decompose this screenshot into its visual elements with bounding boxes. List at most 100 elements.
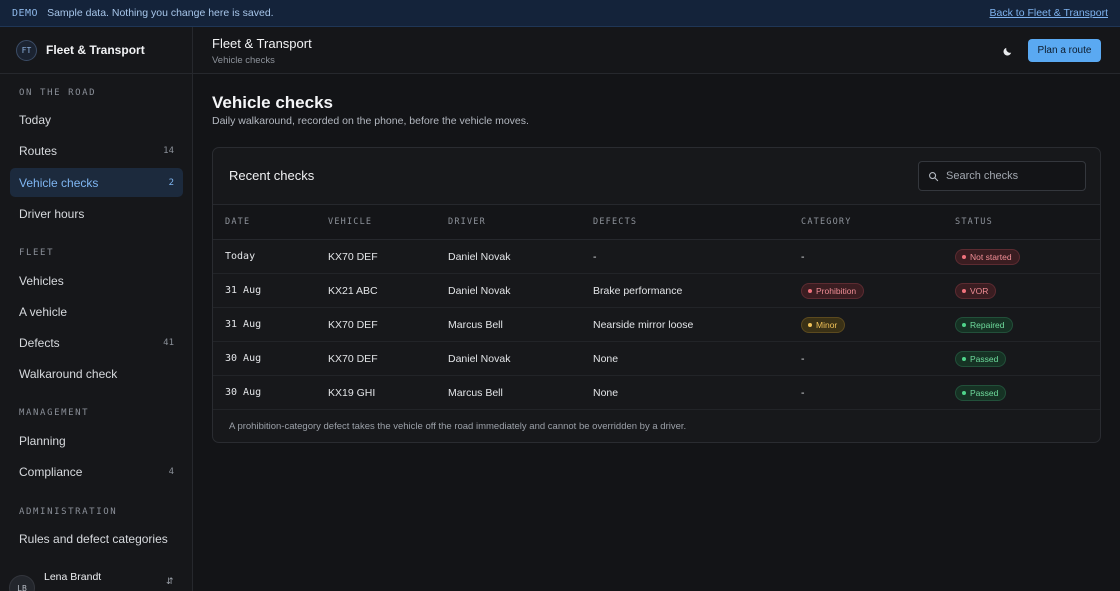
cell-date: Today [225,251,256,262]
cell-date: 30 Aug [225,387,262,398]
sidebar-item-count: 2 [168,177,174,188]
cell-defects: None [593,352,619,365]
sidebar-item-count: 4 [168,466,174,477]
table-row[interactable]: 31 Aug KX70 DEF Marcus Bell Nearside mirror… [213,307,1100,342]
column-header-date[interactable]: DATE [213,204,316,240]
search-icon [929,171,939,181]
cell-vehicle: KX70 DEF [328,352,378,365]
column-header-vehicle[interactable]: VEHICLE [316,204,436,240]
sidebar-item-routes[interactable]: Routes 14 [10,136,183,165]
cell-vehicle: KX70 DEF [328,250,378,263]
theme-toggle-button[interactable] [997,41,1017,61]
cell-category: Minor [789,308,943,342]
status-label: Passed [970,387,999,398]
brand[interactable]: FT Fleet & Transport [0,27,192,74]
status-dot-icon [962,288,966,293]
plan-route-button[interactable]: Plan a route [1028,39,1101,62]
sidebar-item-label: Routes [19,143,58,158]
cell-defects: - [593,250,597,263]
status-dot-icon [808,322,812,327]
avatar: LB [9,575,35,591]
search-input[interactable] [946,170,1076,182]
page-subtitle: Daily walkaround, recorded on the phone,… [212,115,529,127]
table-header-row: DATE VEHICLE DRIVER DEFECTS CATEGORY STA… [213,204,1100,240]
table-row[interactable]: 31 Aug KX21 ABC Daniel Novak Brake performa… [213,273,1100,308]
card-header: Recent checks [213,148,1100,204]
status-badge: Passed [955,384,1007,401]
sidebar-item-label: Driver hours [19,206,85,221]
table-row[interactable]: 30 Aug KX19 GHI Marcus Bell None - Passed [213,375,1100,410]
sidebar-item-a-vehicle[interactable]: A vehicle [10,297,183,326]
cell-defects: Nearside mirror loose [593,318,694,331]
cell-driver: Daniel Novak [448,284,511,297]
user-profile[interactable]: LB Lena Brandt ⇵ [0,570,193,591]
demo-tag: DEMO [12,7,39,19]
search-box[interactable] [918,161,1086,191]
sidebar-item-label: Vehicles [19,273,64,288]
cell-status: Not started [943,240,1100,274]
cell-driver: Marcus Bell [448,318,503,331]
sidebar-item-driver-hours[interactable]: Driver hours [10,199,183,228]
cell-status: Passed [943,342,1100,376]
sidebar-item-planning[interactable]: Planning [10,426,183,455]
moon-icon [1003,47,1011,55]
cell-category: - [801,386,805,399]
nav-section-administration: ADMINISTRATION [19,507,118,517]
cell-vehicle: KX19 GHI [328,386,376,399]
demo-message: Sample data. Nothing you change here is … [47,7,274,19]
cell-category: - [801,250,805,263]
status-label: VOR [970,285,989,296]
cell-status: Passed [943,376,1100,410]
card-title: Recent checks [229,168,315,183]
sidebar: FT Fleet & Transport ON THE ROAD Today R… [0,27,193,591]
category-label: Minor [816,319,838,330]
cell-status: Repaired [943,308,1100,342]
sidebar-item-rules-and-defect-categories[interactable]: Rules and defect categories [10,524,183,553]
page-title: Vehicle checks [212,93,333,112]
status-dot-icon [962,390,966,395]
back-link[interactable]: Back to Fleet & Transport [990,7,1108,19]
column-header-category[interactable]: CATEGORY [789,204,943,240]
nav-section-management: MANAGEMENT [19,408,90,418]
cell-defects: Brake performance [593,284,683,297]
sidebar-item-label: Planning [19,433,66,448]
status-badge: Passed [955,350,1007,367]
sidebar-item-compliance[interactable]: Compliance 4 [10,457,183,486]
breadcrumb: Vehicle checks [212,55,275,66]
category-badge: Minor [801,316,846,333]
status-badge: VOR [955,282,997,299]
column-header-defects[interactable]: DEFECTS [581,204,789,240]
header-title: Fleet & Transport [212,36,312,51]
table-row[interactable]: Today KX70 DEF Daniel Novak - - Not started [213,239,1100,274]
table-row[interactable]: 30 Aug KX70 DEF Daniel Novak None - Passed [213,341,1100,376]
column-header-status[interactable]: STATUS [943,204,1100,240]
sidebar-item-vehicle-checks[interactable]: Vehicle checks 2 [10,168,183,197]
cell-date: 31 Aug [225,285,262,296]
status-label: Not started [970,251,1012,262]
cell-driver: Marcus Bell [448,386,503,399]
brand-logo: FT [16,39,37,61]
sidebar-item-today[interactable]: Today [10,105,183,134]
demo-banner: DEMO Sample data. Nothing you change her… [0,0,1120,27]
cell-driver: Daniel Novak [448,250,511,263]
status-label: Repaired [970,319,1005,330]
recent-checks-card: Recent checks DATE VEHICLE DRIVER DEFECT… [212,147,1101,443]
status-label: Passed [970,353,999,364]
cell-defects: None [593,386,619,399]
category-badge: Prohibition [801,282,865,299]
sidebar-item-label: A vehicle [19,304,68,319]
status-badge: Repaired [955,316,1013,333]
sidebar-item-vehicles[interactable]: Vehicles [10,266,183,295]
sidebar-item-label: Walkaround check [19,366,118,381]
sidebar-item-defects[interactable]: Defects 41 [10,328,183,357]
column-header-driver[interactable]: DRIVER [436,204,581,240]
status-dot-icon [962,356,966,361]
sidebar-item-count: 41 [163,337,174,348]
status-dot-icon [962,322,966,327]
sidebar-item-label: Compliance [19,464,83,479]
sidebar-item-label: Defects [19,335,60,350]
cell-vehicle: KX21 ABC [328,284,378,297]
sidebar-item-walkaround-check[interactable]: Walkaround check [10,359,183,388]
category-label: Prohibition [816,285,857,296]
user-name: Lena Brandt [44,571,102,583]
